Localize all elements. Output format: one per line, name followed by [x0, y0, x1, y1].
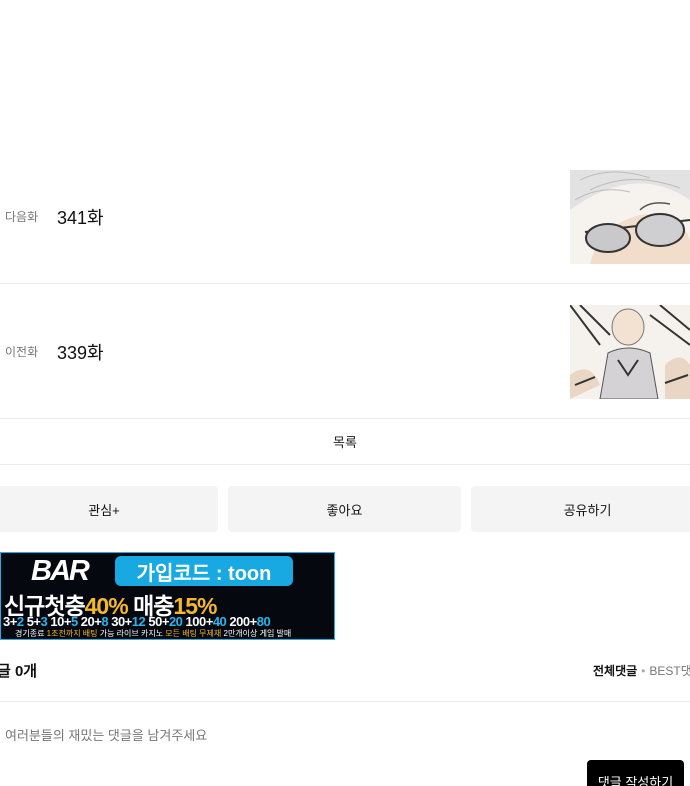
favorite-button[interactable]: 관심+	[0, 486, 218, 532]
banner-fine-print: 경기종료 1조전까지 배팅 가능 라이브 카지노 모든 배팅 무제재 2만개이상…	[15, 629, 292, 638]
like-button[interactable]: 좋아요	[228, 486, 461, 532]
sort-separator: •	[641, 664, 646, 678]
comment-count: 글 0개	[0, 663, 38, 680]
next-episode-label: 다음화	[5, 210, 39, 224]
bonus-item: 10+5	[50, 614, 78, 629]
previous-episode-thumbnail[interactable]	[570, 304, 690, 399]
banner-logo: BAR	[31, 555, 90, 587]
bonus-item: 100+40	[185, 614, 227, 629]
sort-all-comments[interactable]: 전체댓글	[593, 664, 637, 678]
comments-header: 글 0개 전체댓글 • BEST댓	[0, 648, 690, 702]
comment-sort-tabs: 전체댓글 • BEST댓	[593, 662, 690, 679]
bonus-item: 3+2	[3, 614, 24, 629]
next-episode-row[interactable]: 다음화 341화	[0, 150, 690, 284]
bonus-item: 50+20	[148, 614, 183, 629]
next-episode-thumbnail[interactable]	[570, 169, 690, 264]
share-button[interactable]: 공유하기	[471, 486, 690, 532]
previous-episode-title[interactable]: 339화	[57, 339, 104, 365]
comment-input[interactable]	[5, 720, 565, 750]
episode-list-button[interactable]: 목록	[0, 419, 690, 465]
ad-banner[interactable]: BAR 가입코드 : toon 신규첫충40% 매충15% 3+2 5+3 10…	[0, 552, 335, 640]
write-comment-button[interactable]: 댓글 작성하기	[587, 760, 684, 786]
bonus-item: 30+12	[111, 614, 146, 629]
next-episode-title[interactable]: 341화	[57, 204, 104, 230]
previous-episode-label: 이전화	[5, 345, 39, 359]
bonus-item: 20+8	[80, 614, 109, 629]
sort-best-comments[interactable]: BEST댓	[649, 664, 690, 678]
bonus-item: 5+3	[26, 614, 48, 629]
previous-episode-row[interactable]: 이전화 339화	[0, 285, 690, 419]
banner-signup-code: 가입코드 : toon	[115, 556, 293, 586]
banner-bonus-list: 3+2 5+3 10+5 20+8 30+12 50+20 100+40 200…	[3, 614, 271, 629]
bonus-item: 200+80	[229, 614, 271, 629]
